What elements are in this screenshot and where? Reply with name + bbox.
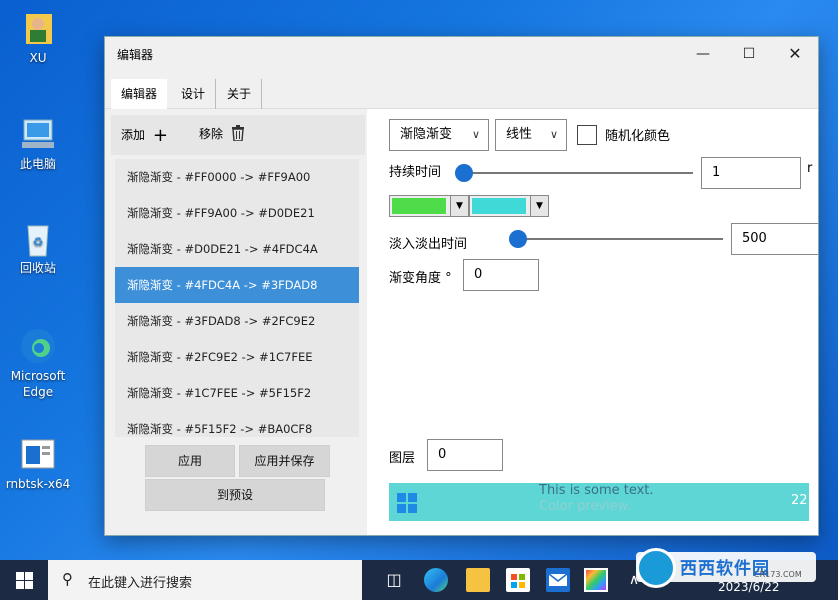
store-icon[interactable]: [506, 568, 530, 592]
preview-subtext: Color preview.: [539, 499, 632, 514]
color-preview-bar: This is some text. Color preview. 22: [389, 483, 809, 521]
user-folder-icon: [16, 8, 60, 48]
gradient-angle-label: 渐变角度 °: [389, 271, 452, 286]
desktop-icon-label: 此电脑: [19, 157, 56, 171]
gradient-angle-input[interactable]: 0: [463, 259, 539, 291]
end-color-swatch: [472, 198, 526, 214]
maximize-button[interactable]: ☐: [726, 37, 772, 71]
watermark-logo-icon: [636, 548, 676, 588]
add-label: 添加: [121, 128, 146, 142]
fade-slider-track[interactable]: [513, 238, 723, 240]
mail-icon[interactable]: [546, 568, 570, 592]
window-title: 编辑器: [117, 48, 154, 62]
start-color-picker[interactable]: ▼: [389, 195, 469, 217]
svg-text:♻: ♻: [33, 235, 44, 249]
desktop-icon-label: rnbtsk-x64: [5, 477, 71, 491]
randomize-colors-label: 随机化颜色: [605, 129, 671, 144]
chevron-down-icon[interactable]: ▼: [530, 196, 548, 216]
list-item[interactable]: 渐隐渐变 - #FF0000 -> #FF9A00: [115, 159, 359, 195]
tab-bar: 编辑器 设计 关于: [105, 71, 818, 109]
tab-about[interactable]: 关于: [217, 79, 263, 109]
duration-input[interactable]: 1: [701, 157, 801, 189]
tab-editor[interactable]: 编辑器: [111, 79, 168, 109]
fade-time-input[interactable]: 500: [731, 223, 818, 255]
mode-value: 线性: [506, 127, 533, 142]
close-button[interactable]: ✕: [772, 37, 818, 71]
list-item[interactable]: 渐隐渐变 - #2FC9E2 -> #1C7FEE: [115, 339, 359, 375]
preview-text: This is some text.: [539, 483, 654, 498]
apply-button[interactable]: 应用: [145, 445, 235, 477]
randomize-colors-checkbox[interactable]: [577, 125, 597, 145]
list-item[interactable]: 渐隐渐变 - #1C7FEE -> #5F15F2: [115, 375, 359, 411]
title-bar[interactable]: 编辑器 — ☐ ✕: [105, 37, 818, 71]
watermark-site: CR173.COM: [754, 570, 802, 579]
list-item[interactable]: 渐隐渐变 - #3FDAD8 -> #2FC9E2: [115, 303, 359, 339]
duration-label: 持续时间: [389, 165, 442, 180]
chevron-down-icon: ∨: [471, 128, 480, 141]
end-color-picker[interactable]: ▼: [469, 195, 549, 217]
layer-label: 图层: [389, 451, 416, 466]
app-window-icon: [16, 434, 60, 474]
tab-design[interactable]: 设计: [171, 79, 217, 109]
desktop-icon-rnbtsk[interactable]: rnbtsk-x64: [0, 434, 76, 492]
editor-window: 编辑器 — ☐ ✕ 编辑器 设计 关于 添加 + 移除 渐隐渐变 - #FF00…: [104, 36, 819, 536]
list-item[interactable]: 渐隐渐变 - #FF9A00 -> #D0DE21: [115, 195, 359, 231]
desktop-icon-this-pc[interactable]: 此电脑: [0, 114, 76, 172]
list-item[interactable]: 渐隐渐变 - #5F15F2 -> #BA0CF8: [115, 411, 359, 437]
add-button[interactable]: 添加 +: [121, 125, 168, 146]
recycle-bin-icon: ♻: [16, 218, 60, 258]
chevron-down-icon: ∨: [549, 128, 558, 141]
duration-slider-track[interactable]: [463, 172, 693, 174]
remove-label: 移除: [199, 127, 224, 141]
chevron-down-icon[interactable]: ▼: [450, 196, 468, 216]
taskbar-search-box[interactable]: ⚲ 在此键入进行搜索: [48, 560, 362, 600]
plus-icon: +: [152, 125, 168, 146]
apply-and-save-button[interactable]: 应用并保存: [239, 445, 330, 477]
gradient-list-panel: 添加 + 移除 渐隐渐变 - #FF0000 -> #FF9A00 渐隐渐变 -…: [105, 109, 367, 535]
gradient-settings-panel: 渐隐渐变 ∨ 线性 ∨ 随机化颜色 持续时间 1 r ▼ ▼ 淡入淡出时间 50…: [367, 109, 818, 535]
fade-time-label: 淡入淡出时间: [389, 237, 468, 252]
file-explorer-icon[interactable]: [466, 568, 490, 592]
to-preset-button[interactable]: 到预设: [145, 479, 325, 511]
desktop-icon-label: Microsoft Edge: [10, 369, 66, 399]
desktop-icon-label: 回收站: [19, 261, 56, 275]
fade-slider-thumb[interactable]: [509, 230, 527, 248]
list-toolbar: 添加 + 移除: [111, 115, 365, 155]
remove-button[interactable]: 移除: [199, 125, 245, 144]
desktop-icon-user[interactable]: XU: [0, 8, 76, 66]
trash-icon: [231, 125, 245, 144]
list-item[interactable]: 渐隐渐变 - #D0DE21 -> #4FDC4A: [115, 231, 359, 267]
gradient-app-icon[interactable]: [584, 568, 608, 592]
minimize-button[interactable]: —: [680, 37, 726, 71]
task-view-icon[interactable]: ◫: [382, 568, 406, 592]
desktop-icon-edge[interactable]: Microsoft Edge: [0, 326, 76, 400]
search-icon: ⚲: [62, 570, 73, 588]
effect-select[interactable]: 渐隐渐变 ∨: [389, 119, 489, 151]
preview-number: 22: [791, 493, 808, 508]
start-color-swatch: [392, 198, 446, 214]
windows-logo-icon: [397, 493, 417, 513]
layer-input[interactable]: 0: [427, 439, 503, 471]
list-item-selected[interactable]: 渐隐渐变 - #4FDC4A -> #3FDAD8: [115, 267, 359, 303]
edge-icon[interactable]: [424, 568, 448, 592]
start-button[interactable]: [0, 560, 48, 600]
duration-slider-thumb[interactable]: [455, 164, 473, 182]
mode-select[interactable]: 线性 ∨: [495, 119, 567, 151]
search-placeholder: 在此键入进行搜索: [88, 576, 193, 591]
desktop-icon-recycle-bin[interactable]: ♻ 回收站: [0, 218, 76, 276]
duration-unit: r: [807, 161, 813, 176]
gradient-list[interactable]: 渐隐渐变 - #FF0000 -> #FF9A00 渐隐渐变 - #FF9A00…: [115, 159, 359, 437]
computer-icon: [16, 114, 60, 154]
site-watermark: 西西软件园 CR173.COM: [636, 548, 816, 588]
effect-value: 渐隐渐变: [400, 127, 453, 142]
desktop-icon-label: XU: [29, 51, 47, 65]
edge-icon: [16, 326, 60, 366]
